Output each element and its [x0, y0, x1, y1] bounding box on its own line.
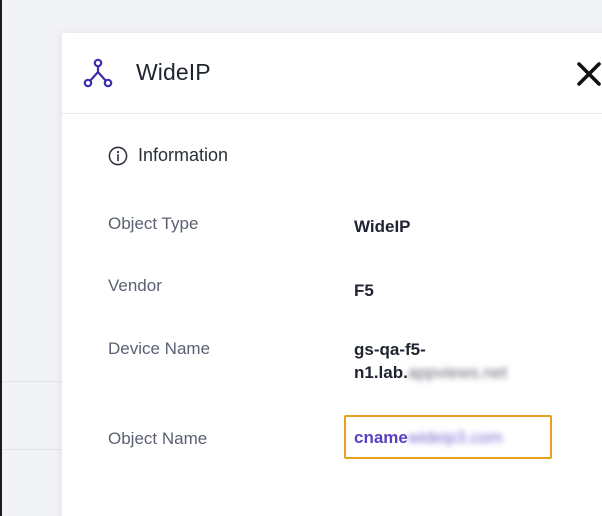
object-name-link[interactable]: cnamewideip3.com [354, 428, 502, 448]
field-label-object-name: Object Name [108, 429, 208, 448]
info-icon [108, 146, 128, 166]
field-label-vendor: Vendor [108, 276, 162, 295]
redacted-text: wideip3.com [407, 428, 503, 447]
redacted-text: appviews.net [407, 363, 508, 382]
field-value-device-name: gs-qa-f5- n1.lab.appviews.net [354, 338, 507, 384]
object-name-prefix: cname [354, 428, 408, 447]
drawer-title: WideIP [136, 59, 211, 85]
drawer-header: WideIP [62, 33, 602, 114]
background-divider [2, 449, 62, 450]
device-name-host: n1.lab. [354, 363, 408, 382]
background-divider [2, 381, 62, 382]
network-topology-icon [83, 58, 113, 88]
screen: WideIP Information Object Type WideIP Ve… [0, 0, 602, 516]
window-edge [0, 0, 2, 516]
close-icon[interactable] [574, 59, 602, 89]
field-label-object-type: Object Type [108, 214, 199, 233]
field-label-device-name: Device Name [108, 339, 211, 358]
device-name-line1: gs-qa-f5- [354, 340, 426, 359]
device-name-line2: n1.lab.appviews.net [354, 361, 507, 384]
field-value-object-type: WideIP [354, 217, 411, 236]
field-value-vendor: F5 [354, 281, 374, 300]
section-title: Information [138, 145, 229, 165]
details-drawer: WideIP Information Object Type WideIP Ve… [62, 33, 602, 516]
